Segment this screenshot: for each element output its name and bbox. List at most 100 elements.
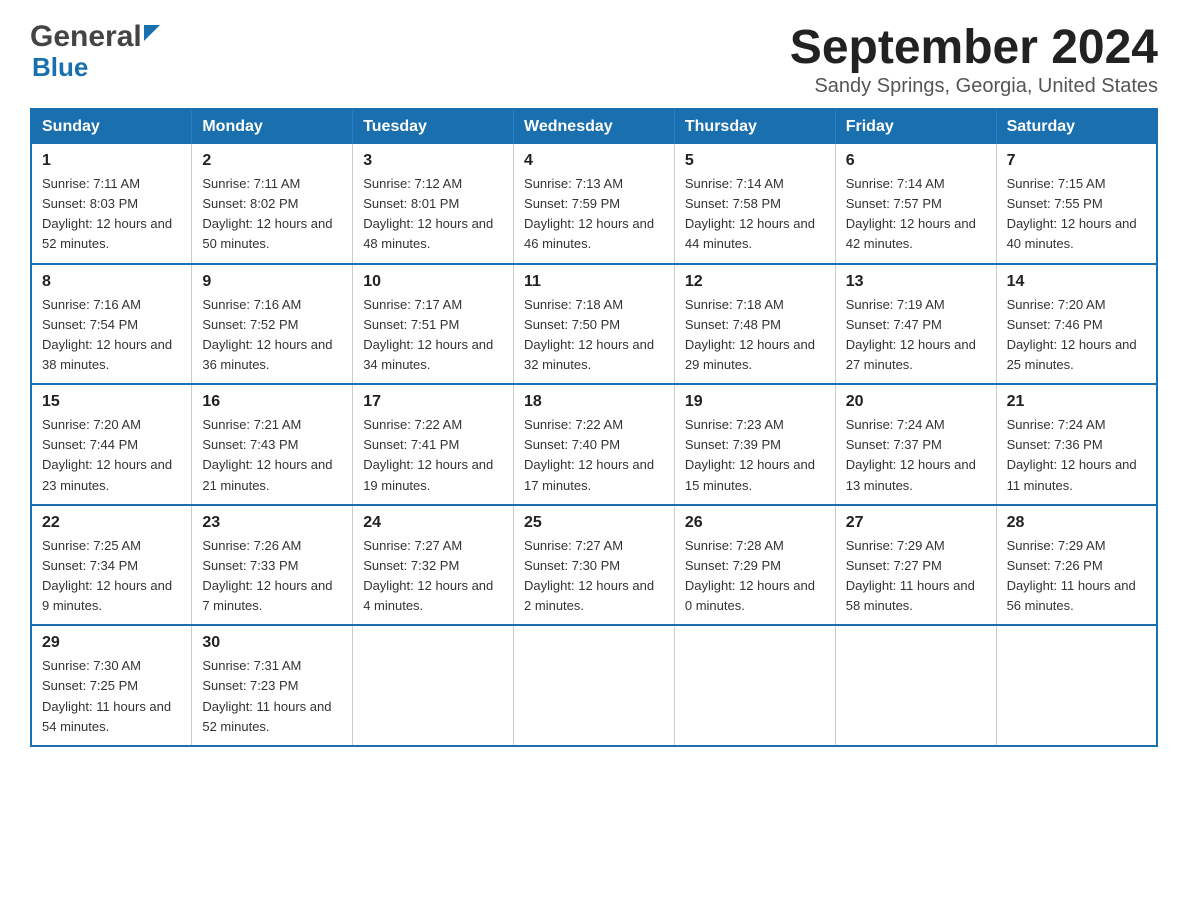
- day-number: 16: [202, 393, 342, 411]
- day-of-week-header: Monday: [192, 109, 353, 144]
- calendar-day-cell: 13 Sunrise: 7:19 AMSunset: 7:47 PMDaylig…: [835, 264, 996, 385]
- day-info: Sunrise: 7:22 AMSunset: 7:41 PMDaylight:…: [363, 415, 503, 496]
- day-of-week-header: Saturday: [996, 109, 1157, 144]
- day-number: 29: [42, 634, 181, 652]
- calendar-day-cell: 22 Sunrise: 7:25 AMSunset: 7:34 PMDaylig…: [31, 505, 192, 626]
- calendar-day-cell: 10 Sunrise: 7:17 AMSunset: 7:51 PMDaylig…: [353, 264, 514, 385]
- day-info: Sunrise: 7:15 AMSunset: 7:55 PMDaylight:…: [1007, 174, 1146, 255]
- calendar-day-cell: 1 Sunrise: 7:11 AMSunset: 8:03 PMDayligh…: [31, 144, 192, 264]
- calendar-day-cell: 16 Sunrise: 7:21 AMSunset: 7:43 PMDaylig…: [192, 384, 353, 505]
- day-info: Sunrise: 7:11 AMSunset: 8:03 PMDaylight:…: [42, 174, 181, 255]
- calendar-day-cell: 26 Sunrise: 7:28 AMSunset: 7:29 PMDaylig…: [674, 505, 835, 626]
- calendar-day-cell: 15 Sunrise: 7:20 AMSunset: 7:44 PMDaylig…: [31, 384, 192, 505]
- logo: General Blue: [30, 20, 160, 83]
- calendar-table: SundayMondayTuesdayWednesdayThursdayFrid…: [30, 108, 1158, 747]
- day-number: 20: [846, 393, 986, 411]
- day-info: Sunrise: 7:16 AMSunset: 7:52 PMDaylight:…: [202, 295, 342, 376]
- day-number: 21: [1007, 393, 1146, 411]
- day-info: Sunrise: 7:29 AMSunset: 7:27 PMDaylight:…: [846, 536, 986, 617]
- day-of-week-header: Sunday: [31, 109, 192, 144]
- calendar-day-cell: 29 Sunrise: 7:30 AMSunset: 7:25 PMDaylig…: [31, 625, 192, 746]
- day-info: Sunrise: 7:25 AMSunset: 7:34 PMDaylight:…: [42, 536, 181, 617]
- day-info: Sunrise: 7:31 AMSunset: 7:23 PMDaylight:…: [202, 656, 342, 737]
- calendar-day-cell: 5 Sunrise: 7:14 AMSunset: 7:58 PMDayligh…: [674, 144, 835, 264]
- day-info: Sunrise: 7:19 AMSunset: 7:47 PMDaylight:…: [846, 295, 986, 376]
- day-info: Sunrise: 7:12 AMSunset: 8:01 PMDaylight:…: [363, 174, 503, 255]
- day-info: Sunrise: 7:27 AMSunset: 7:30 PMDaylight:…: [524, 536, 664, 617]
- day-info: Sunrise: 7:21 AMSunset: 7:43 PMDaylight:…: [202, 415, 342, 496]
- day-number: 27: [846, 514, 986, 532]
- day-info: Sunrise: 7:23 AMSunset: 7:39 PMDaylight:…: [685, 415, 825, 496]
- day-info: Sunrise: 7:24 AMSunset: 7:37 PMDaylight:…: [846, 415, 986, 496]
- day-info: Sunrise: 7:14 AMSunset: 7:58 PMDaylight:…: [685, 174, 825, 255]
- day-number: 8: [42, 273, 181, 291]
- day-number: 24: [363, 514, 503, 532]
- calendar-day-cell: 24 Sunrise: 7:27 AMSunset: 7:32 PMDaylig…: [353, 505, 514, 626]
- day-info: Sunrise: 7:27 AMSunset: 7:32 PMDaylight:…: [363, 536, 503, 617]
- calendar-day-cell: 18 Sunrise: 7:22 AMSunset: 7:40 PMDaylig…: [514, 384, 675, 505]
- calendar-day-cell: 17 Sunrise: 7:22 AMSunset: 7:41 PMDaylig…: [353, 384, 514, 505]
- calendar-day-cell: 12 Sunrise: 7:18 AMSunset: 7:48 PMDaylig…: [674, 264, 835, 385]
- logo-triangle-icon: [144, 25, 160, 41]
- page-header: General Blue September 2024 Sandy Spring…: [30, 20, 1158, 98]
- calendar-week-row: 29 Sunrise: 7:30 AMSunset: 7:25 PMDaylig…: [31, 625, 1157, 746]
- day-info: Sunrise: 7:30 AMSunset: 7:25 PMDaylight:…: [42, 656, 181, 737]
- day-info: Sunrise: 7:17 AMSunset: 7:51 PMDaylight:…: [363, 295, 503, 376]
- day-number: 11: [524, 273, 664, 291]
- calendar-week-row: 22 Sunrise: 7:25 AMSunset: 7:34 PMDaylig…: [31, 505, 1157, 626]
- calendar-day-cell: 27 Sunrise: 7:29 AMSunset: 7:27 PMDaylig…: [835, 505, 996, 626]
- day-info: Sunrise: 7:28 AMSunset: 7:29 PMDaylight:…: [685, 536, 825, 617]
- calendar-week-row: 8 Sunrise: 7:16 AMSunset: 7:54 PMDayligh…: [31, 264, 1157, 385]
- day-number: 15: [42, 393, 181, 411]
- day-info: Sunrise: 7:13 AMSunset: 7:59 PMDaylight:…: [524, 174, 664, 255]
- calendar-day-cell: [353, 625, 514, 746]
- logo-general-text: General: [30, 20, 142, 54]
- day-number: 26: [685, 514, 825, 532]
- day-number: 18: [524, 393, 664, 411]
- calendar-day-cell: 9 Sunrise: 7:16 AMSunset: 7:52 PMDayligh…: [192, 264, 353, 385]
- day-number: 6: [846, 152, 986, 170]
- day-of-week-header: Wednesday: [514, 109, 675, 144]
- day-info: Sunrise: 7:22 AMSunset: 7:40 PMDaylight:…: [524, 415, 664, 496]
- calendar-week-row: 1 Sunrise: 7:11 AMSunset: 8:03 PMDayligh…: [31, 144, 1157, 264]
- calendar-day-cell: 8 Sunrise: 7:16 AMSunset: 7:54 PMDayligh…: [31, 264, 192, 385]
- calendar-day-cell: 23 Sunrise: 7:26 AMSunset: 7:33 PMDaylig…: [192, 505, 353, 626]
- day-number: 3: [363, 152, 503, 170]
- calendar-day-cell: 2 Sunrise: 7:11 AMSunset: 8:02 PMDayligh…: [192, 144, 353, 264]
- calendar-day-cell: 28 Sunrise: 7:29 AMSunset: 7:26 PMDaylig…: [996, 505, 1157, 626]
- day-number: 14: [1007, 273, 1146, 291]
- calendar-day-cell: [835, 625, 996, 746]
- calendar-header-row: SundayMondayTuesdayWednesdayThursdayFrid…: [31, 109, 1157, 144]
- month-year-title: September 2024: [790, 20, 1158, 75]
- day-number: 23: [202, 514, 342, 532]
- calendar-day-cell: 4 Sunrise: 7:13 AMSunset: 7:59 PMDayligh…: [514, 144, 675, 264]
- logo-blue-text: Blue: [30, 52, 88, 83]
- day-info: Sunrise: 7:18 AMSunset: 7:48 PMDaylight:…: [685, 295, 825, 376]
- day-number: 9: [202, 273, 342, 291]
- day-info: Sunrise: 7:20 AMSunset: 7:44 PMDaylight:…: [42, 415, 181, 496]
- calendar-day-cell: 11 Sunrise: 7:18 AMSunset: 7:50 PMDaylig…: [514, 264, 675, 385]
- day-of-week-header: Thursday: [674, 109, 835, 144]
- day-number: 12: [685, 273, 825, 291]
- day-number: 28: [1007, 514, 1146, 532]
- calendar-day-cell: 14 Sunrise: 7:20 AMSunset: 7:46 PMDaylig…: [996, 264, 1157, 385]
- title-block: September 2024 Sandy Springs, Georgia, U…: [790, 20, 1158, 98]
- day-number: 7: [1007, 152, 1146, 170]
- day-number: 19: [685, 393, 825, 411]
- day-of-week-header: Tuesday: [353, 109, 514, 144]
- day-number: 30: [202, 634, 342, 652]
- day-info: Sunrise: 7:18 AMSunset: 7:50 PMDaylight:…: [524, 295, 664, 376]
- day-number: 10: [363, 273, 503, 291]
- calendar-day-cell: 19 Sunrise: 7:23 AMSunset: 7:39 PMDaylig…: [674, 384, 835, 505]
- calendar-day-cell: [996, 625, 1157, 746]
- calendar-day-cell: 3 Sunrise: 7:12 AMSunset: 8:01 PMDayligh…: [353, 144, 514, 264]
- calendar-day-cell: 30 Sunrise: 7:31 AMSunset: 7:23 PMDaylig…: [192, 625, 353, 746]
- day-info: Sunrise: 7:29 AMSunset: 7:26 PMDaylight:…: [1007, 536, 1146, 617]
- day-number: 13: [846, 273, 986, 291]
- day-number: 2: [202, 152, 342, 170]
- calendar-day-cell: [514, 625, 675, 746]
- calendar-day-cell: [674, 625, 835, 746]
- day-number: 5: [685, 152, 825, 170]
- day-number: 1: [42, 152, 181, 170]
- day-of-week-header: Friday: [835, 109, 996, 144]
